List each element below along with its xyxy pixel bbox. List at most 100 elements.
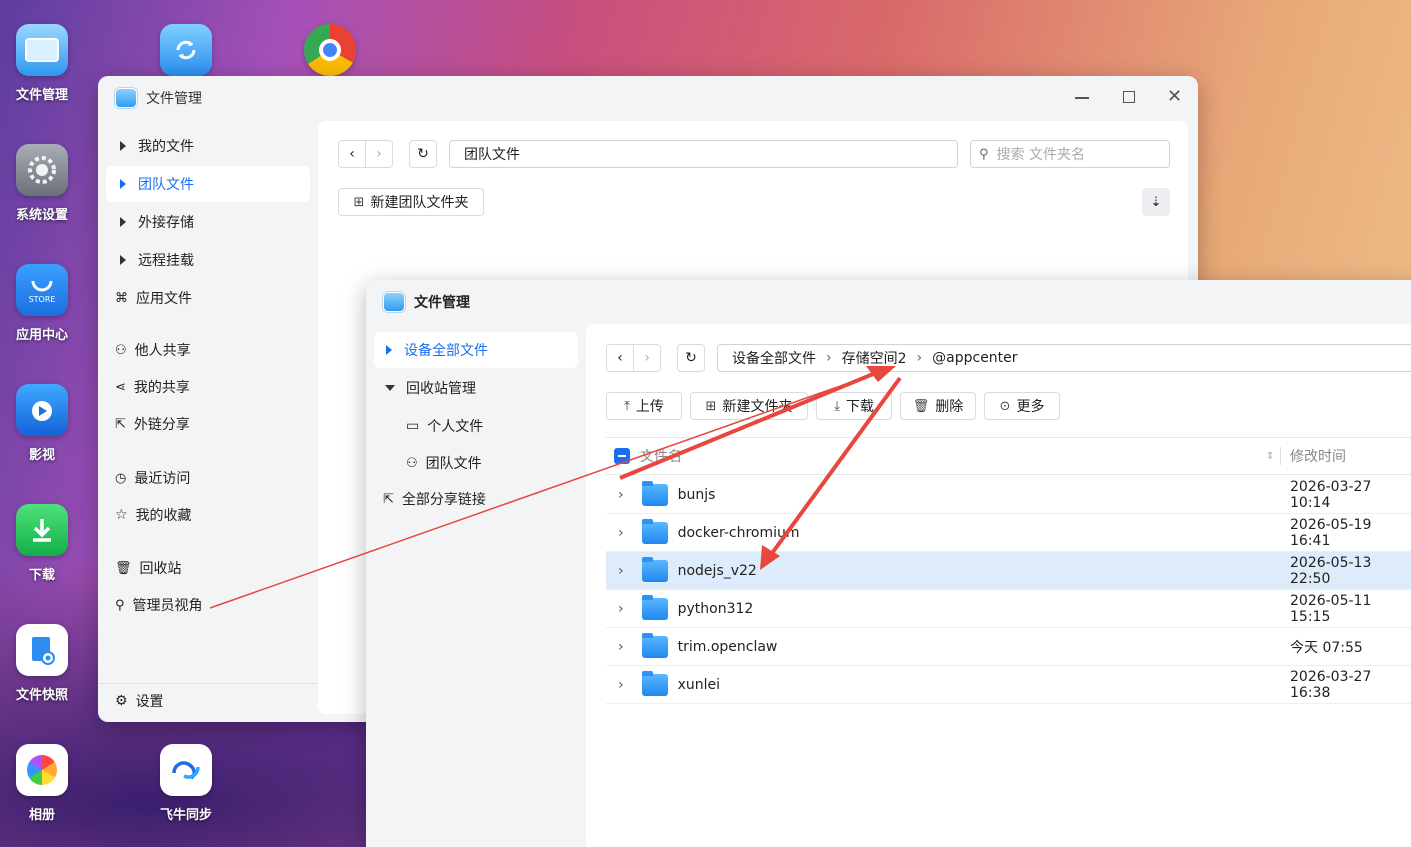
- sidebar-item-my-shares[interactable]: ⋖ 我的共享: [106, 369, 310, 405]
- external-link-icon: ⇱: [115, 416, 126, 432]
- file-snapshot-icon: [16, 624, 68, 676]
- folder-plus-icon: ⊞: [705, 398, 717, 414]
- path-field[interactable]: 团队文件: [449, 140, 958, 168]
- table-row[interactable]: › python312 2026-05-11 15:15: [606, 590, 1411, 628]
- forward-nav-button[interactable]: ›: [633, 344, 661, 372]
- back-window-title: 文件管理: [146, 91, 202, 107]
- refresh-icon: ↻: [417, 146, 429, 162]
- front-window-title: 文件管理: [414, 295, 470, 311]
- desktop-icon-download[interactable]: 下载: [0, 504, 84, 583]
- refresh-icon: ↻: [685, 350, 697, 366]
- sort-button[interactable]: ⇣: [1142, 188, 1170, 216]
- sync-app-icon: [160, 24, 212, 76]
- table-row[interactable]: › xunlei 2026-03-27 16:38: [606, 666, 1411, 704]
- refresh-button[interactable]: ↻: [409, 140, 437, 168]
- sidebar-item-favorites[interactable]: ☆ 我的收藏: [106, 497, 310, 533]
- upload-button[interactable]: ⤒ 上传: [606, 392, 682, 420]
- chevron-right-icon: ›: [376, 146, 382, 162]
- folder-app-icon: [16, 24, 68, 76]
- refresh-button[interactable]: ↻: [677, 344, 705, 372]
- desktop-icon-feiniu-sync[interactable]: 飞牛同步: [144, 744, 228, 823]
- desktop-icon-photos[interactable]: 相册: [0, 744, 84, 823]
- row-modified: 2026-05-11 15:15: [1290, 592, 1372, 625]
- breadcrumb-separator-icon: ›: [916, 350, 923, 366]
- sidebar-item-recycle-management[interactable]: 回收站管理: [374, 370, 578, 406]
- desktop-icon-video[interactable]: 影视: [0, 384, 84, 463]
- chevron-left-icon: ‹: [349, 146, 355, 162]
- folder-icon: [641, 556, 668, 582]
- forward-nav-button[interactable]: ›: [365, 140, 393, 168]
- sidebar-item-admin-view[interactable]: ⚲ 管理员视角: [106, 587, 310, 623]
- breadcrumb-item[interactable]: @appcenter: [932, 350, 1017, 366]
- row-modified: 2026-03-27 16:38: [1290, 668, 1372, 701]
- desktop-icon-store[interactable]: STORE 应用中心: [0, 264, 84, 343]
- video-icon: [16, 384, 68, 436]
- row-modified: 2026-05-13 22:50: [1290, 554, 1372, 587]
- row-name: nodejs_v22: [677, 562, 757, 579]
- sidebar-item-external-links[interactable]: ⇱ 外链分享: [106, 406, 310, 442]
- sidebar-item-personal-files[interactable]: ▭ 个人文件: [374, 408, 578, 444]
- search-icon: ⚲: [979, 146, 989, 162]
- feiniu-sync-icon: [160, 744, 212, 796]
- sidebar-item-shared-with-me[interactable]: ⚇ 他人共享: [106, 332, 310, 368]
- sidebar-item-app-files[interactable]: ⌘ 应用文件: [106, 280, 310, 316]
- search-input[interactable]: ⚲ 搜索 文件夹名: [970, 140, 1170, 168]
- back-nav-button[interactable]: ‹: [338, 140, 366, 168]
- close-button[interactable]: ✕: [1167, 86, 1182, 107]
- delete-button[interactable]: 🗑︎ 删除: [900, 392, 976, 420]
- settings-gear-icon: [16, 144, 68, 196]
- maximize-button[interactable]: [1123, 91, 1135, 103]
- table-row[interactable]: › bunjs 2026-03-27 10:14: [606, 476, 1411, 514]
- breadcrumb-item[interactable]: 设备全部文件: [732, 348, 816, 368]
- chevron-left-icon: ‹: [617, 350, 623, 366]
- table-row[interactable]: › trim.openclaw 今天 07:55: [606, 628, 1411, 666]
- sidebar-item-team-files[interactable]: ⚇ 团队文件: [374, 445, 578, 481]
- chevron-right-icon: ›: [618, 486, 624, 503]
- breadcrumb-item[interactable]: 存储空间2: [842, 348, 907, 368]
- breadcrumb: 设备全部文件 › 存储空间2 › @appcenter: [717, 344, 1411, 372]
- row-modified: 2026-05-19 16:41: [1290, 516, 1372, 549]
- sidebar-item-recent[interactable]: ◷ 最近访问: [106, 460, 310, 496]
- breadcrumb-separator-icon: ›: [826, 350, 832, 366]
- table-row-selected[interactable]: › nodejs_v22 2026-05-13 22:50: [606, 552, 1411, 590]
- sidebar-item-team-files[interactable]: 团队文件: [106, 166, 310, 202]
- table-row[interactable]: › docker-chromium 2026-05-19 16:41: [606, 514, 1411, 552]
- sidebar-item-remote-mount[interactable]: 远程挂载: [106, 242, 310, 278]
- clock-icon: ◷: [115, 470, 127, 486]
- expand-triangle-icon: [120, 255, 126, 265]
- desktop-icon-file-snapshot[interactable]: 文件快照: [0, 624, 84, 703]
- sidebar-item-settings[interactable]: ⚙ 设置: [106, 683, 310, 719]
- sidebar-item-my-files[interactable]: 我的文件: [106, 128, 310, 164]
- chrome-icon: [304, 24, 356, 76]
- desktop-icon-chrome[interactable]: [288, 24, 372, 76]
- new-team-folder-button[interactable]: ⊞ 新建团队文件夹: [338, 188, 484, 216]
- row-name: docker-chromium: [677, 524, 800, 541]
- row-name: bunjs: [677, 486, 716, 503]
- sidebar-item-all-device-files[interactable]: 设备全部文件: [374, 332, 578, 368]
- star-icon: ☆: [115, 507, 128, 523]
- chevron-right-icon: ›: [618, 524, 624, 541]
- expand-triangle-icon: [120, 141, 126, 151]
- file-manager-app-icon: [115, 88, 137, 108]
- sidebar-item-all-share-links[interactable]: ⇱ 全部分享链接: [374, 481, 578, 517]
- expand-triangle-icon: [120, 179, 126, 189]
- chevron-right-icon: ›: [618, 600, 624, 617]
- chevron-right-icon: ›: [618, 676, 624, 693]
- sidebar-item-recycle-bin[interactable]: 🗑︎ 回收站: [106, 550, 310, 586]
- column-header-name[interactable]: 文件名: [640, 446, 682, 466]
- trash-icon: 🗑︎: [115, 560, 132, 576]
- desktop-icon-settings[interactable]: 系统设置: [0, 144, 84, 223]
- new-folder-button[interactable]: ⊞ 新建文件夹: [690, 392, 808, 420]
- sidebar-item-external-storage[interactable]: 外接存储: [106, 204, 310, 240]
- back-nav-button[interactable]: ‹: [606, 344, 634, 372]
- download-button[interactable]: ⤓ 下载: [816, 392, 892, 420]
- desktop-icon-file-manager[interactable]: 文件管理: [0, 24, 84, 103]
- column-header-modified[interactable]: 修改时间: [1290, 446, 1346, 466]
- minimize-button[interactable]: [1075, 97, 1089, 99]
- row-name: xunlei: [677, 676, 721, 693]
- more-button[interactable]: ⊙ 更多: [984, 392, 1060, 420]
- sort-arrows-icon[interactable]: ⇕: [1266, 451, 1274, 462]
- select-all-checkbox[interactable]: [614, 448, 630, 464]
- row-modified: 2026-03-27 10:14: [1290, 478, 1372, 511]
- desktop-icon-sync[interactable]: [144, 24, 228, 76]
